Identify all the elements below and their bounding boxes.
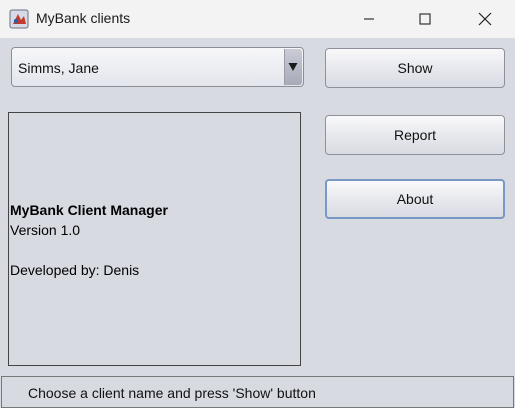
close-icon xyxy=(478,12,492,26)
show-button[interactable]: Show xyxy=(325,48,505,88)
content-area: Simms, Jane Show Report About MyBank Cli… xyxy=(0,38,515,408)
app-window: MyBank clients Simms, Jane Show Report A… xyxy=(0,0,515,408)
client-combobox[interactable]: Simms, Jane xyxy=(11,47,304,87)
combobox-arrow-button[interactable] xyxy=(284,49,302,85)
client-combobox-value: Simms, Jane xyxy=(18,60,99,76)
about-developer: Developed by: Denis xyxy=(10,262,140,278)
maximize-button[interactable] xyxy=(396,0,454,38)
close-button[interactable] xyxy=(456,0,514,38)
title-bar[interactable]: MyBank clients xyxy=(0,0,515,38)
status-text: Choose a client name and press 'Show' bu… xyxy=(28,385,316,401)
about-app-title: MyBank Client Manager xyxy=(10,202,168,218)
window-title: MyBank clients xyxy=(36,10,131,26)
about-button[interactable]: About xyxy=(325,179,505,219)
minimize-icon xyxy=(364,18,374,20)
minimize-button[interactable] xyxy=(340,0,398,38)
report-button[interactable]: Report xyxy=(325,115,505,155)
about-version: Version 1.0 xyxy=(10,222,81,238)
status-bar: Choose a client name and press 'Show' bu… xyxy=(1,376,514,408)
maximize-icon xyxy=(419,13,431,25)
info-panel: MyBank Client Manager Version 1.0 Develo… xyxy=(8,112,301,366)
java-app-icon xyxy=(9,9,29,29)
chevron-down-icon xyxy=(288,63,298,71)
